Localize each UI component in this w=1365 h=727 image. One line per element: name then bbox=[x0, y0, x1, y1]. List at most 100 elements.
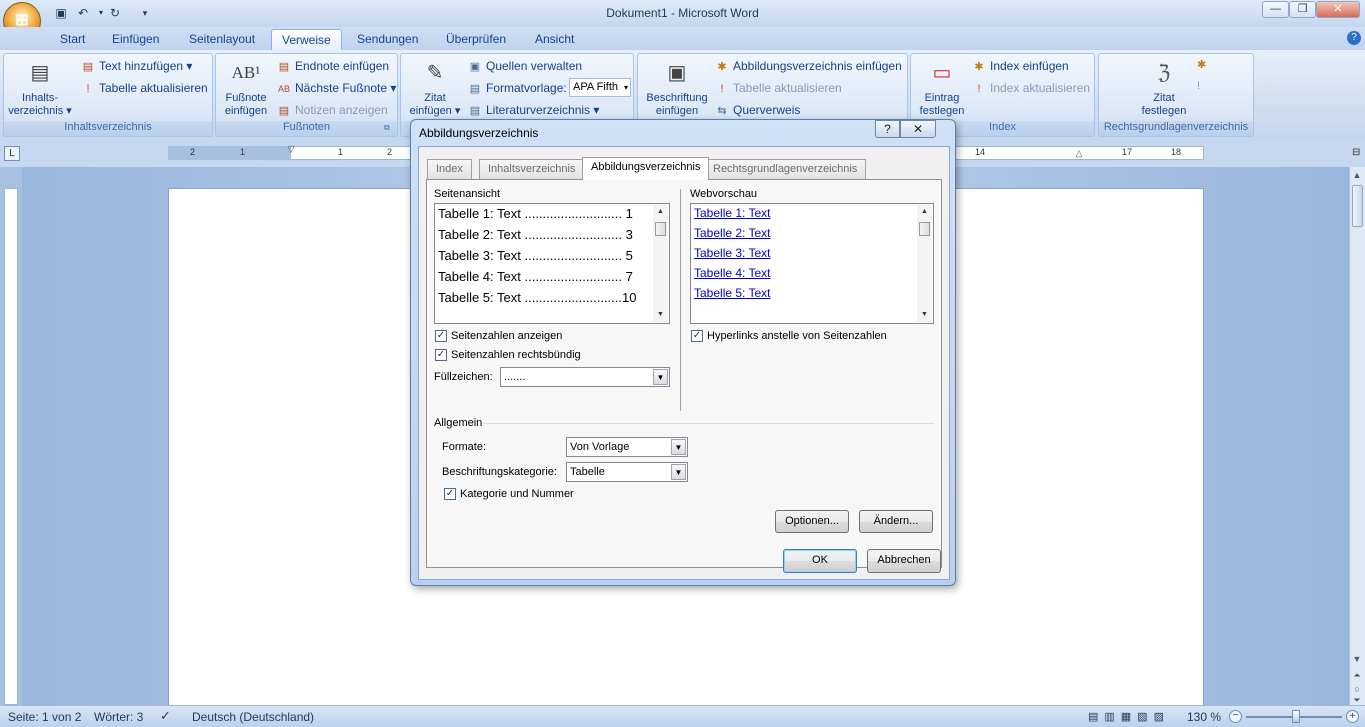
tab-seitenlayout[interactable]: Seitenlayout bbox=[179, 29, 265, 51]
zitat-festlegen-button[interactable]: ℨ Zitat festlegen bbox=[1133, 57, 1195, 118]
redo-icon[interactable]: ↻ bbox=[106, 4, 124, 22]
mark-citation-icon: ℨ bbox=[1157, 62, 1171, 84]
querverweis-button[interactable]: ⇆ Querverweis bbox=[714, 100, 800, 120]
scroll-up-icon[interactable]: ▲ bbox=[1350, 167, 1364, 183]
abbildungsverzeichnis-einfuegen-button[interactable]: ✱ Abbildungsverzeichnis einfügen bbox=[714, 56, 901, 76]
undo-icon[interactable]: ↶ bbox=[74, 4, 92, 22]
fussnote-einfuegen-button[interactable]: AB¹ Fußnote einfügen bbox=[218, 57, 274, 118]
scroll-down-icon[interactable]: ▼ bbox=[653, 308, 668, 322]
seitenzahlen-anzeigen-label: Seitenzahlen anzeigen bbox=[451, 330, 563, 342]
web-preview-scrollbar[interactable]: ▲ ▼ bbox=[917, 205, 932, 322]
aendern-button[interactable]: Ändern... bbox=[859, 510, 933, 533]
vertical-scrollbar[interactable]: ▲ ▼ ⏶ ○ ⏷ bbox=[1349, 167, 1365, 705]
ruler-mark: 2 bbox=[190, 147, 196, 157]
dialog-help-button[interactable]: ? bbox=[875, 120, 900, 138]
tab-inhaltsverzeichnis[interactable]: Inhaltsverzeichnis bbox=[479, 159, 585, 179]
tab-sendungen[interactable]: Sendungen bbox=[347, 29, 428, 51]
eintrag-festlegen-button[interactable]: ▭ Eintrag festlegen bbox=[913, 57, 971, 118]
scroll-thumb[interactable] bbox=[1352, 185, 1363, 227]
view-buttons[interactable]: ▤▥▦▧▨ bbox=[1088, 710, 1170, 723]
web-preview-link[interactable]: Tabelle 3: Text bbox=[694, 246, 771, 260]
insert-table-of-authorities-icon[interactable]: ✱ bbox=[1197, 58, 1213, 74]
web-preview-link[interactable]: Tabelle 1: Text bbox=[694, 206, 771, 220]
zitat-einfuegen-button[interactable]: ✎ Zitat einfügen ▾ bbox=[405, 57, 465, 118]
endnote-einfuegen-button[interactable]: ▤ Endnote einfügen bbox=[276, 56, 389, 76]
quellen-verwalten-button[interactable]: ▣ Quellen verwalten bbox=[467, 56, 582, 76]
scroll-up-icon[interactable]: ▲ bbox=[917, 205, 932, 219]
tabelle-aktualisieren-button[interactable]: ! Tabelle aktualisieren bbox=[80, 78, 207, 98]
abbrechen-button[interactable]: Abbrechen bbox=[867, 549, 941, 573]
next-page-icon[interactable]: ⏷ bbox=[1350, 695, 1364, 705]
optionen-button[interactable]: Optionen... bbox=[775, 510, 849, 533]
text-hinzufuegen-button[interactable]: ▤ Text hinzufügen ▾ bbox=[80, 56, 193, 76]
scroll-thumb[interactable] bbox=[655, 222, 666, 236]
save-icon[interactable]: ▣ bbox=[52, 4, 70, 22]
notizen-anzeigen-button[interactable]: ▤ Notizen anzeigen bbox=[276, 100, 388, 120]
scroll-up-icon[interactable]: ▲ bbox=[653, 205, 668, 219]
beschriftungskategorie-label: Beschriftungskategorie: bbox=[442, 466, 557, 478]
web-preview-link[interactable]: Tabelle 4: Text bbox=[694, 266, 771, 280]
tab-ueberpruefen[interactable]: Überprüfen bbox=[436, 29, 516, 51]
customize-qat-icon[interactable]: ▾ bbox=[136, 4, 154, 22]
webvorschau-label: Webvorschau bbox=[690, 188, 758, 200]
web-preview-box[interactable]: Tabelle 1: Text Tabelle 2: Text Tabelle … bbox=[690, 203, 934, 324]
seitenzahlen-anzeigen-checkbox[interactable]: ✓ bbox=[435, 330, 447, 342]
tab-index[interactable]: Index bbox=[427, 159, 472, 179]
maximize-button[interactable]: ❐ bbox=[1289, 1, 1316, 18]
proofing-icon[interactable]: ✓ bbox=[160, 708, 171, 724]
page-count[interactable]: Seite: 1 von 2 bbox=[8, 710, 81, 724]
print-preview-box[interactable]: Tabelle 1: Text ........................… bbox=[434, 203, 670, 324]
tab-ansicht[interactable]: Ansicht bbox=[525, 29, 584, 51]
ok-button[interactable]: OK bbox=[783, 549, 857, 573]
help-icon[interactable]: ? bbox=[1347, 31, 1361, 45]
dialog-launcher-icon[interactable]: ⧉ bbox=[384, 123, 394, 133]
kategorie-nummer-checkbox[interactable]: ✓ bbox=[444, 488, 456, 500]
literaturverzeichnis-button[interactable]: ▤ Literaturverzeichnis ▾ bbox=[467, 100, 600, 120]
word-count[interactable]: Wörter: 3 bbox=[94, 710, 143, 724]
inhaltsverzeichnis-button[interactable]: ▤ Inhalts- verzeichnis ▾ bbox=[6, 57, 74, 118]
web-preview-link[interactable]: Tabelle 2: Text bbox=[694, 226, 771, 240]
scroll-down-icon[interactable]: ▼ bbox=[1350, 651, 1364, 667]
minimize-button[interactable]: — bbox=[1262, 1, 1289, 18]
preview-line: Tabelle 5: Text ........................… bbox=[438, 290, 637, 305]
zoom-out-icon[interactable]: − bbox=[1229, 710, 1242, 723]
web-preview-link[interactable]: Tabelle 5: Text bbox=[694, 286, 771, 300]
fuellzeichen-select[interactable]: ....... ▼ bbox=[500, 367, 670, 387]
tab-start[interactable]: Start bbox=[50, 29, 95, 51]
hyperlinks-label: Hyperlinks anstelle von Seitenzahlen bbox=[707, 330, 887, 342]
close-button[interactable]: ✕ bbox=[1316, 1, 1360, 18]
group-inhaltsverzeichnis: ▤ Inhalts- verzeichnis ▾ ▤ Text hinzufügen… bbox=[3, 53, 213, 137]
scroll-down-icon[interactable]: ▼ bbox=[917, 308, 932, 322]
beschriftung-einfuegen-button[interactable]: ▣ Beschriftung einfügen bbox=[640, 57, 714, 118]
beschriftungskategorie-select[interactable]: Tabelle ▼ bbox=[566, 462, 688, 482]
tab-verweise[interactable]: Verweise bbox=[271, 29, 342, 51]
chevron-down-icon[interactable]: ▼ bbox=[671, 464, 686, 480]
view-ruler-icon[interactable]: ⊟ bbox=[1352, 147, 1364, 161]
footnote-icon: AB¹ bbox=[231, 63, 261, 82]
vertical-ruler[interactable] bbox=[4, 188, 18, 705]
formate-select[interactable]: Von Vorlage ▼ bbox=[566, 437, 688, 457]
hyperlinks-checkbox[interactable]: ✓ bbox=[691, 330, 703, 342]
preview-scrollbar[interactable]: ▲ ▼ bbox=[653, 205, 668, 322]
indent-marker[interactable]: ▽ bbox=[286, 144, 296, 162]
seitenzahlen-rechtsbuendig-checkbox[interactable]: ✓ bbox=[435, 349, 447, 361]
index-aktualisieren-button[interactable]: ! Index aktualisieren bbox=[971, 78, 1090, 98]
formatvorlage-select[interactable]: APA Fifth ▾ bbox=[569, 78, 631, 97]
language-indicator[interactable]: Deutsch (Deutschland) bbox=[192, 710, 314, 724]
tabelle-aktualisieren-2-button[interactable]: ! Tabelle aktualisieren bbox=[714, 78, 841, 98]
tab-selector-icon[interactable]: L bbox=[4, 146, 20, 161]
naechste-fussnote-button[interactable]: AB Nächste Fußnote ▾ bbox=[276, 78, 396, 98]
chevron-down-icon[interactable]: ▼ bbox=[653, 369, 668, 385]
tab-einfuegen[interactable]: Einfügen bbox=[102, 29, 169, 51]
scroll-thumb[interactable] bbox=[919, 222, 930, 236]
update-table-of-authorities-icon[interactable]: ! bbox=[1197, 80, 1213, 96]
right-indent-marker[interactable]: △ bbox=[1074, 148, 1084, 160]
dialog-close-button[interactable]: ✕ bbox=[900, 120, 936, 138]
zoom-level[interactable]: 130 % bbox=[1187, 710, 1221, 724]
zoom-slider-thumb[interactable] bbox=[1292, 710, 1300, 723]
index-einfuegen-button[interactable]: ✱ Index einfügen bbox=[971, 56, 1068, 76]
chevron-down-icon[interactable]: ▼ bbox=[671, 439, 686, 455]
zoom-in-icon[interactable]: + bbox=[1346, 710, 1359, 723]
tab-rechtsgrundlagenverzeichnis[interactable]: Rechtsgrundlagenverzeichnis bbox=[704, 159, 867, 179]
tab-abbildungsverzeichnis[interactable]: Abbildungsverzeichnis bbox=[582, 157, 710, 180]
